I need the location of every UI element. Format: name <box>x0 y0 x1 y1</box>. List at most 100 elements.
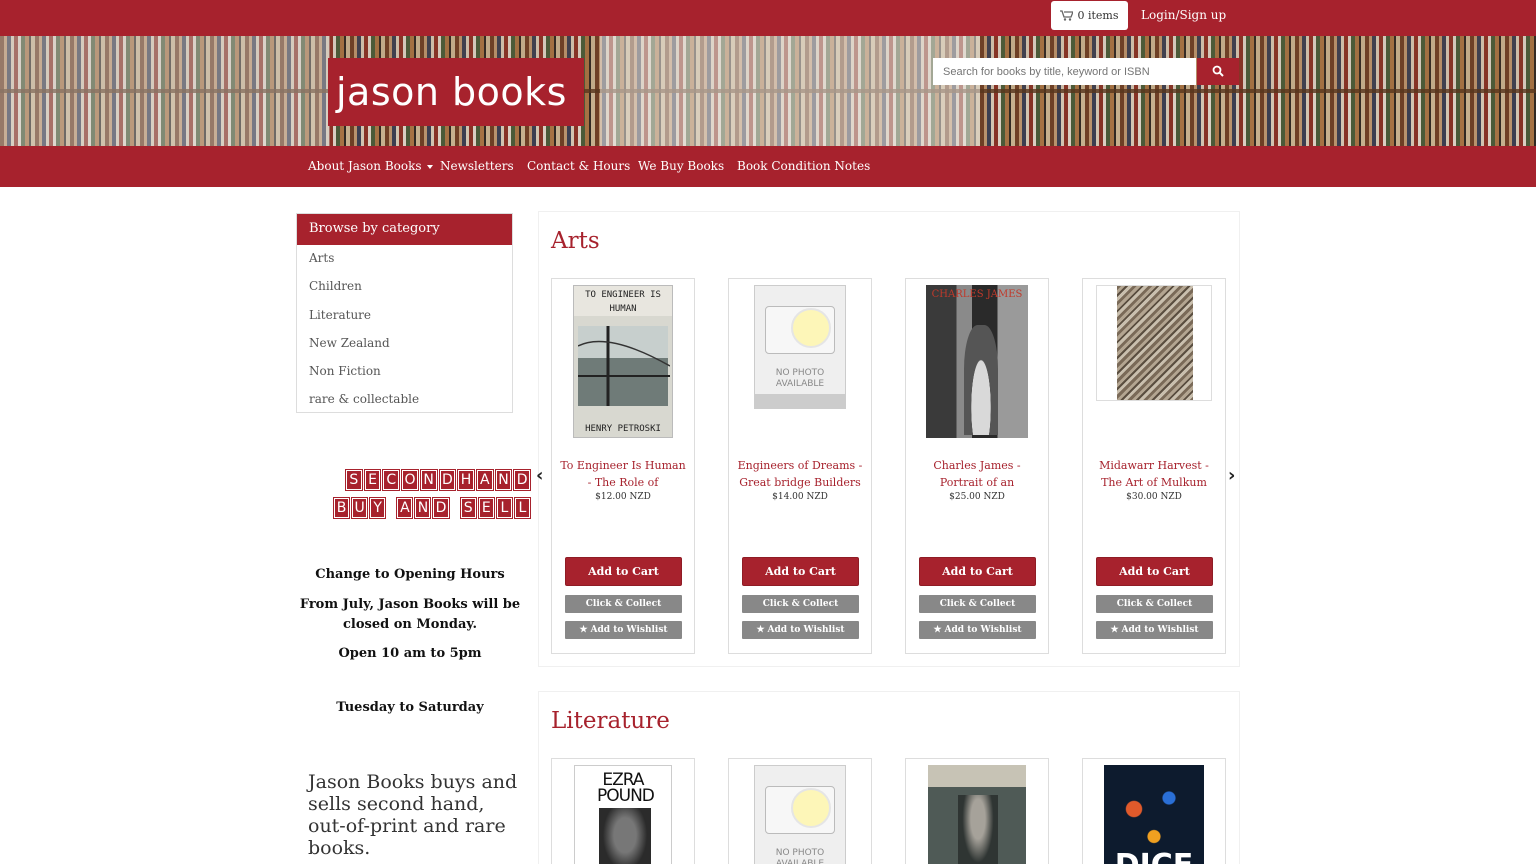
cover-image <box>577 326 671 406</box>
no-photo-text: NO PHOTO AVAILABLE <box>775 848 825 864</box>
add-to-cart-button[interactable]: Add to Cart <box>919 557 1036 586</box>
product-card: Midawarr Harvest - The Art of Mulkum $30… <box>1082 278 1226 654</box>
star-icon: ★ <box>933 625 942 635</box>
sign-letter-tile: E <box>477 497 495 519</box>
star-icon: ★ <box>1110 625 1119 635</box>
notice-body: From July, Jason Books will be closed on… <box>299 597 521 632</box>
sign-letter-tile: O <box>401 469 419 491</box>
section-arts: Arts ‹ › TO ENGINEER IS HUMAN HENRY PETR… <box>536 211 1240 667</box>
category-children[interactable]: Children <box>309 279 362 293</box>
sign-letter-tile: N <box>419 469 438 491</box>
book-cover[interactable]: EZRA POUND <box>574 765 672 864</box>
wishlist-label: Add to Wishlist <box>767 625 845 635</box>
book-title[interactable]: Charles James - Portrait of an <box>912 457 1042 491</box>
add-to-cart-button[interactable]: Add to Cart <box>1096 557 1213 586</box>
book-title[interactable]: Midawarr Harvest - The Art of Mulkum <box>1089 457 1219 491</box>
category-panel: Browse by category Arts Children Literat… <box>296 213 513 413</box>
product-card: EZRA POUND <box>551 758 695 864</box>
nav-about[interactable]: About Jason Books <box>308 159 433 173</box>
no-photo-placeholder[interactable]: NO PHOTO AVAILABLE <box>754 285 846 409</box>
book-cover[interactable]: DICE <box>1104 765 1204 864</box>
tile-space <box>452 498 458 518</box>
wishlist-label: Add to Wishlist <box>1121 625 1199 635</box>
book-cover[interactable]: TO ENGINEER IS HUMAN HENRY PETROSKI <box>573 285 673 438</box>
site-logo[interactable]: jason books <box>328 58 584 126</box>
search-button[interactable] <box>1197 58 1239 85</box>
chevron-right-icon[interactable]: › <box>1228 465 1235 486</box>
tile-space <box>388 498 394 518</box>
add-to-cart-button[interactable]: Add to Cart <box>565 557 682 586</box>
category-rare-collectable[interactable]: rare & collectable <box>309 392 419 406</box>
add-wishlist-button[interactable]: ★ Add to Wishlist <box>742 621 859 639</box>
add-to-cart-button[interactable]: Add to Cart <box>742 557 859 586</box>
nav-contact-hours[interactable]: Contact & Hours <box>527 159 630 173</box>
caret-down-icon <box>426 164 433 169</box>
add-wishlist-button[interactable]: ★ Add to Wishlist <box>565 621 682 639</box>
sign-letter-tile: L <box>495 497 513 519</box>
category-heading: Browse by category <box>297 214 512 245</box>
notice-hours: Open 10 am to 5pm <box>338 646 482 661</box>
cover-title: DICE <box>1104 848 1204 864</box>
sign-letter-tile: A <box>396 497 414 519</box>
wishlist-label: Add to Wishlist <box>944 625 1022 635</box>
cover-image <box>1117 286 1193 400</box>
add-wishlist-button[interactable]: ★ Add to Wishlist <box>919 621 1036 639</box>
chevron-left-icon[interactable]: ‹ <box>536 465 543 486</box>
sign-letter-tile: A <box>475 469 494 491</box>
book-title[interactable]: To Engineer Is Human - The Role of <box>558 457 688 491</box>
secondhand-sign: SECONDHAND BUYANDSELL <box>332 469 532 526</box>
star-icon: ★ <box>756 625 765 635</box>
cart-button[interactable]: 0 items <box>1051 1 1128 30</box>
no-photo-text: NO PHOTO AVAILABLE <box>775 368 825 389</box>
product-card: CHARLES JAMES Charles James - Portrait o… <box>905 278 1049 654</box>
product-card: NO PHOTO AVAILABLE <box>728 758 872 864</box>
login-signup-link[interactable]: Login/Sign up <box>1141 8 1226 22</box>
cover-portrait <box>599 808 651 864</box>
add-wishlist-button[interactable]: ★ Add to Wishlist <box>1096 621 1213 639</box>
nav-about-label: About Jason Books <box>308 159 422 173</box>
cover-portrait <box>958 795 998 864</box>
click-collect-button[interactable]: Click & Collect <box>1096 595 1213 613</box>
no-photo-placeholder[interactable]: NO PHOTO AVAILABLE <box>754 765 846 864</box>
cart-count: 0 items <box>1077 9 1119 22</box>
click-collect-button[interactable]: Click & Collect <box>742 595 859 613</box>
category-arts[interactable]: Arts <box>309 251 334 265</box>
cover-title: EZRA POUND <box>597 770 655 806</box>
category-literature[interactable]: Literature <box>309 308 371 322</box>
category-non-fiction[interactable]: Non Fiction <box>309 364 381 378</box>
sign-line-2: BUYANDSELL <box>332 497 531 519</box>
category-new-zealand[interactable]: New Zealand <box>309 336 390 350</box>
sign-letter-tile: C <box>382 469 401 491</box>
placeholder-bar <box>755 394 845 408</box>
search-input[interactable] <box>933 58 1196 85</box>
sign-letter-tile: E <box>363 469 382 491</box>
sign-letter-tile: N <box>494 469 513 491</box>
search-icon <box>1212 62 1224 81</box>
book-price: $12.00 NZD <box>595 492 651 502</box>
sign-letter-tile: S <box>459 497 477 519</box>
banner-shade <box>0 36 330 146</box>
book-title[interactable]: Engineers of Dreams - Great bridge Build… <box>735 457 865 491</box>
nav-book-condition[interactable]: Book Condition Notes <box>737 159 870 173</box>
sign-letter-tile: D <box>513 469 532 491</box>
book-cover[interactable] <box>928 765 1026 864</box>
product-card: TO ENGINEER IS HUMAN HENRY PETROSKI To E… <box>551 278 695 654</box>
book-price: $30.00 NZD <box>1126 492 1182 502</box>
book-cover[interactable]: CHARLES JAMES <box>926 285 1028 438</box>
sign-letter-tile: D <box>432 497 450 519</box>
star-icon: ★ <box>579 625 588 635</box>
cart-icon <box>1060 10 1074 21</box>
cover-title: CHARLES JAMES <box>931 289 1023 300</box>
section-literature: Literature EZRA POUND NO PHOTO AVAILABLE… <box>538 691 1240 864</box>
book-cover[interactable] <box>1096 285 1212 401</box>
cover-figure <box>964 325 998 435</box>
click-collect-button[interactable]: Click & Collect <box>919 595 1036 613</box>
sign-letter-tile: L <box>513 497 531 519</box>
camera-lens <box>791 308 831 348</box>
click-collect-button[interactable]: Click & Collect <box>565 595 682 613</box>
main-nav: About Jason Books Newsletters Contact & … <box>0 146 1536 187</box>
nav-we-buy-books[interactable]: We Buy Books <box>638 159 724 173</box>
camera-lens <box>791 788 831 828</box>
sign-letter-tile: H <box>457 469 475 491</box>
nav-newsletters[interactable]: Newsletters <box>440 159 514 173</box>
